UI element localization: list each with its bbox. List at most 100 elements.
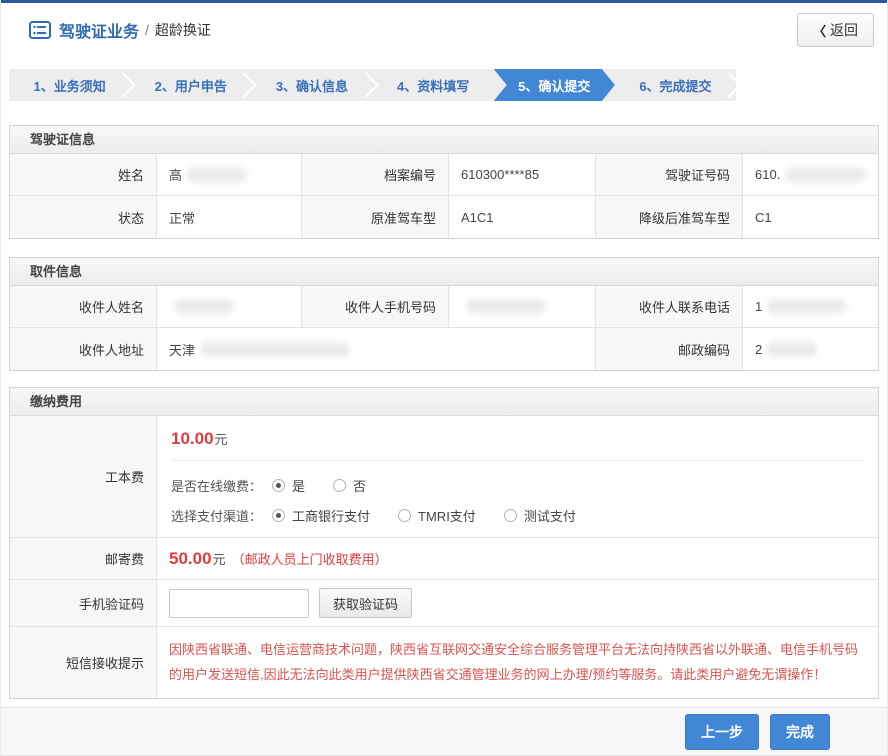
step-label: 2、用户申告: [155, 76, 227, 95]
back-chevron-icon: 〈: [813, 21, 826, 40]
step-1-business-notice[interactable]: 1、业务须知: [9, 69, 130, 101]
step-6-complete-submit[interactable]: 6、完成提交: [615, 69, 736, 101]
work-fee-amount: 10.00: [171, 429, 214, 448]
previous-step-button[interactable]: 上一步: [685, 714, 759, 750]
work-fee-value: 10.00元 是否在线缴费： 是 否 选择支付渠道： 工商银行支付 TMRI支付…: [157, 416, 878, 537]
back-button[interactable]: 〈 返回: [797, 13, 874, 47]
channel-test-option[interactable]: 测试支付: [504, 506, 576, 525]
recipient-phone-value: 1: [743, 286, 878, 327]
name-value: 高: [157, 154, 302, 195]
table-row: 姓名 高 档案编号 610300****85 驾驶证号码 610.: [10, 154, 878, 196]
status-label: 状态: [10, 196, 157, 238]
redacted-blur: [785, 167, 866, 182]
back-button-label: 返回: [830, 20, 858, 40]
radio-checked-icon[interactable]: [272, 479, 285, 492]
fees-title: 缴纳费用: [10, 388, 878, 416]
redacted-blur: [466, 299, 546, 314]
pickup-info-table: 取件信息 收件人姓名 收件人手机号码 收件人联系电话 1 收件人地址 天津 邮政…: [9, 257, 879, 371]
redacted-blur: [767, 299, 847, 314]
footer-action-bar: 上一步 完成: [1, 707, 887, 756]
radio-unchecked-icon[interactable]: [333, 479, 346, 492]
redacted-blur: [187, 167, 247, 182]
channel-icbc-option[interactable]: 工商银行支付: [272, 506, 370, 525]
online-pay-yes-label: 是: [292, 476, 305, 495]
channel-tmri-option[interactable]: TMRI支付: [398, 506, 476, 525]
step-label: 6、完成提交: [639, 76, 711, 95]
recipient-phone-label: 收件人联系电话: [596, 286, 743, 327]
downgraded-class-label: 降级后准驾车型: [596, 196, 743, 238]
step-5-confirm-submit-active[interactable]: 5、确认提交: [494, 69, 615, 101]
wizard-steps: 1、业务须知 2、用户申告 3、确认信息 4、资料填写 5、确认提交 6、完成提…: [9, 69, 736, 101]
work-fee-divider: [171, 460, 864, 461]
page-container: 驾驶证业务 / 超龄换证 〈 返回 1、业务须知 2、用户申告 3、确认信息 4…: [0, 0, 888, 756]
list-form-icon: [29, 21, 51, 39]
file-no-label: 档案编号: [302, 154, 449, 195]
captcha-input[interactable]: [169, 589, 309, 618]
sms-notice-message: 因陕西省联通、电信运营商技术问题，陕西省互联网交通安全综合服务管理平台无法向持陕…: [169, 637, 860, 688]
radio-unchecked-icon[interactable]: [398, 509, 411, 522]
channel-icbc-label: 工商银行支付: [292, 506, 370, 525]
license-no-label: 驾驶证号码: [596, 154, 743, 195]
recipient-address-value: 天津: [157, 328, 596, 370]
file-no-value: 610300****85: [449, 154, 596, 195]
table-row: 收件人姓名 收件人手机号码 收件人联系电话 1: [10, 286, 878, 328]
step-4-fill-materials[interactable]: 4、资料填写: [373, 69, 494, 101]
radio-unchecked-icon[interactable]: [504, 509, 517, 522]
redacted-blur: [200, 342, 350, 357]
status-value: 正常: [157, 196, 302, 238]
post-fee-label: 邮寄费: [10, 538, 157, 579]
sms-notice-label: 短信接收提示: [10, 627, 157, 698]
name-label: 姓名: [10, 154, 157, 195]
recipient-address-label: 收件人地址: [10, 328, 157, 370]
step-label: 5、确认提交: [518, 76, 590, 95]
step-separator-chevron: [716, 72, 741, 97]
redacted-blur: [767, 342, 817, 357]
channel-test-label: 测试支付: [524, 506, 576, 525]
license-info-title: 驾驶证信息: [10, 126, 878, 154]
breadcrumb-divider: /: [145, 22, 149, 38]
redacted-blur: [174, 299, 234, 314]
online-pay-question: 是否在线缴费：: [171, 476, 262, 495]
orig-class-label: 原准驾车型: [302, 196, 449, 238]
step-label: 4、资料填写: [397, 76, 469, 95]
page-title: 超龄换证: [155, 20, 211, 40]
module-title: 驾驶证业务: [59, 18, 139, 42]
recipient-name-value: [157, 286, 302, 327]
sms-notice-row: 短信接收提示 因陕西省联通、电信运营商技术问题，陕西省互联网交通安全综合服务管理…: [10, 627, 878, 698]
downgraded-class-value: C1: [743, 196, 878, 238]
radio-checked-icon[interactable]: [272, 509, 285, 522]
post-fee-unit: 元: [213, 549, 226, 568]
work-fee-row: 工本费 10.00元 是否在线缴费： 是 否 选择支付渠道： 工商银行支付 TM…: [10, 416, 878, 538]
work-fee-label: 工本费: [10, 416, 157, 537]
get-captcha-button[interactable]: 获取验证码: [319, 588, 412, 618]
post-fee-note: （邮政人员上门收取费用）: [232, 549, 388, 568]
online-pay-yes-option[interactable]: 是: [272, 476, 305, 495]
recipient-name-label: 收件人姓名: [10, 286, 157, 327]
captcha-row: 手机验证码 获取验证码: [10, 580, 878, 627]
online-pay-question-row: 是否在线缴费： 是 否: [171, 473, 864, 497]
recipient-mobile-label: 收件人手机号码: [302, 286, 449, 327]
page-header: 驾驶证业务 / 超龄换证 〈 返回: [1, 3, 887, 57]
post-fee-amount: 50.00: [169, 549, 212, 569]
finish-button[interactable]: 完成: [770, 714, 830, 750]
sms-notice-cell: 因陕西省联通、电信运营商技术问题，陕西省互联网交通安全综合服务管理平台无法向持陕…: [157, 627, 878, 698]
pickup-info-title: 取件信息: [10, 258, 878, 286]
captcha-label: 手机验证码: [10, 580, 157, 626]
step-3-confirm-info[interactable]: 3、确认信息: [251, 69, 372, 101]
channel-tmri-label: TMRI支付: [418, 506, 476, 525]
post-fee-row: 邮寄费 50.00元 （邮政人员上门收取费用）: [10, 538, 878, 580]
work-fee-unit: 元: [215, 432, 228, 447]
step-2-user-declaration[interactable]: 2、用户申告: [130, 69, 251, 101]
orig-class-value: A1C1: [449, 196, 596, 238]
postcode-value: 2: [743, 328, 878, 370]
step-label: 1、业务须知: [33, 76, 105, 95]
pay-channel-question-row: 选择支付渠道： 工商银行支付 TMRI支付 测试支付: [171, 503, 864, 527]
table-row: 状态 正常 原准驾车型 A1C1 降级后准驾车型 C1: [10, 196, 878, 238]
fees-table: 缴纳费用 工本费 10.00元 是否在线缴费： 是 否 选择支付渠道： 工商银行…: [9, 387, 879, 699]
postcode-label: 邮政编码: [596, 328, 743, 370]
recipient-mobile-value: [449, 286, 596, 327]
online-pay-no-label: 否: [353, 476, 366, 495]
online-pay-no-option[interactable]: 否: [333, 476, 366, 495]
table-row: 收件人地址 天津 邮政编码 2: [10, 328, 878, 370]
license-info-table: 驾驶证信息 姓名 高 档案编号 610300****85 驾驶证号码 610. …: [9, 125, 879, 239]
